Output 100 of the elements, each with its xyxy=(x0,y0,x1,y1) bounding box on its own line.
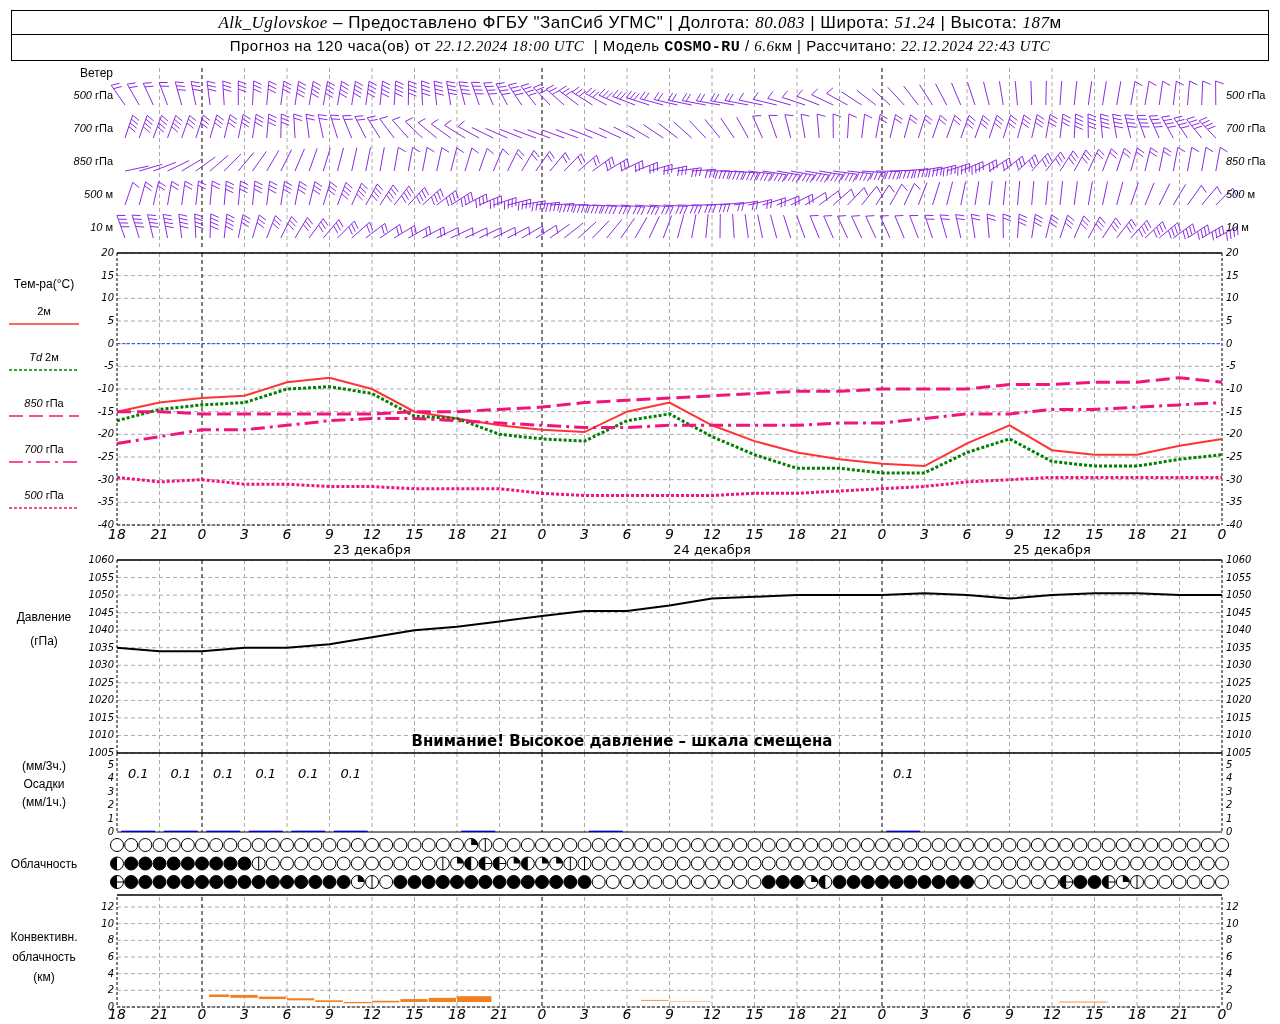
tick-label: 3 xyxy=(1226,785,1233,797)
tick-label: 4 xyxy=(107,772,114,784)
tick-label: 6 xyxy=(107,951,114,962)
legend-label: Td 2м xyxy=(29,350,59,365)
tick-label: -30 xyxy=(1226,473,1243,485)
forecast-info: Прогноз на 120 часа(ов) от 22.12.2024 18:00 UTC | Модель COSMO-RU / 6.6км | Рассчитано: 22.12.2024 22:43 UTC xyxy=(229,36,1051,59)
tick-label: 1020 xyxy=(1226,694,1252,706)
tick-label: 21 xyxy=(150,1006,169,1022)
tick-label: 0 xyxy=(537,1006,547,1022)
tick-label: 12 xyxy=(1043,526,1061,542)
tick-label: -35 xyxy=(1226,496,1243,508)
axis-label: облачность xyxy=(12,949,76,966)
tick-label: 6 xyxy=(1226,951,1233,962)
legend-label: 2м xyxy=(37,304,51,319)
tick-label: -25 xyxy=(1226,451,1243,462)
tick-label: 12 xyxy=(703,1006,721,1022)
level-label: 700 гПа xyxy=(1226,121,1266,137)
tick-label: 1035 xyxy=(1226,641,1252,653)
tick-label: 12 xyxy=(1226,901,1239,912)
tick-label: 6 xyxy=(622,1006,632,1022)
tick-label: -40 xyxy=(1226,519,1243,530)
value-label: 0.1 xyxy=(340,766,362,781)
tick-label: -10 xyxy=(97,383,114,394)
panel-title: Ветер xyxy=(80,67,113,79)
tick-label: 1025 xyxy=(1226,676,1252,688)
value-label: 0.1 xyxy=(170,766,192,781)
tick-label: 20 xyxy=(101,247,114,258)
tick-label: 10 xyxy=(101,917,114,929)
tick-label: 0 xyxy=(107,826,114,837)
tick-label: 8 xyxy=(107,934,114,946)
tick-label: 12 xyxy=(363,526,381,542)
value-label: 0.1 xyxy=(892,766,914,781)
station-title: Alk_Uglovskoe – Предоставлено ФГБУ "ЗапСиб УГМС" | Долгота: 80.083 | Широта: 51.24 | Высота: 187м xyxy=(218,11,1062,34)
tick-label: 2 xyxy=(1226,984,1233,996)
axis-label: (мм/3ч.) xyxy=(21,758,67,775)
value-label: 0.1 xyxy=(127,766,149,781)
tick-label: 21 xyxy=(490,1006,509,1022)
tick-label: 15 xyxy=(1226,269,1239,281)
level-label: 850 гПа xyxy=(1226,154,1266,170)
tick-label: -35 xyxy=(97,496,114,508)
tick-label: -20 xyxy=(1226,428,1243,440)
tick-label: 1060 xyxy=(88,554,114,565)
tick-label: 3 xyxy=(240,526,249,542)
tick-label: 9 xyxy=(325,526,334,542)
tick-label: 18 xyxy=(788,526,806,542)
tick-label: 9 xyxy=(665,526,674,542)
tick-label: 1010 xyxy=(88,729,114,741)
tick-label: 1015 xyxy=(88,711,114,723)
tick-label: 12 xyxy=(1043,1006,1061,1022)
tick-label: 1050 xyxy=(1226,589,1252,601)
tick-label: 21 xyxy=(490,526,509,542)
tick-label: 8 xyxy=(1226,934,1233,946)
tick-label: 3 xyxy=(240,1006,249,1022)
tick-label: 5 xyxy=(107,759,114,771)
value-label: 0.1 xyxy=(255,766,277,781)
tick-label: 15 xyxy=(405,1006,424,1022)
tick-label: -30 xyxy=(97,473,114,485)
tick-label: 0 xyxy=(1217,526,1227,542)
tick-label: 5 xyxy=(1226,759,1233,771)
tick-label: 3 xyxy=(920,1006,929,1022)
tick-label: 9 xyxy=(1005,526,1014,542)
tick-label: 0 xyxy=(1226,826,1233,837)
tick-label: 0 xyxy=(197,526,207,542)
tick-label: 1030 xyxy=(1226,659,1252,671)
panel-title: Тем-ра(°С) xyxy=(13,276,75,293)
warning-text: Внимание! Высокое давление – шкала смещена xyxy=(411,732,833,750)
tick-label: 10 xyxy=(1226,292,1239,304)
tick-label: 0 xyxy=(537,526,547,542)
tick-label: 0 xyxy=(1226,1001,1233,1012)
tick-label: 9 xyxy=(1005,1006,1014,1022)
tick-label: 4 xyxy=(107,967,114,979)
tick-label: -5 xyxy=(1226,360,1236,372)
tick-label: 3 xyxy=(107,785,114,797)
level-label: 700 гПа xyxy=(73,121,113,137)
tick-label: 9 xyxy=(665,1006,674,1022)
tick-label: 21 xyxy=(1170,1006,1189,1022)
tick-label: 15 xyxy=(745,1006,764,1022)
tick-label: 1015 xyxy=(1226,711,1252,723)
tick-label: 12 xyxy=(363,1006,381,1022)
tick-label: 3 xyxy=(580,526,589,542)
tick-label: -5 xyxy=(104,360,114,372)
tick-label: 1045 xyxy=(88,606,114,618)
tick-label: 0 xyxy=(877,1006,887,1022)
legend-label: 500 гПа xyxy=(24,488,64,503)
tick-label: 1035 xyxy=(88,641,114,653)
tick-label: -15 xyxy=(97,405,114,417)
legend-line xyxy=(9,459,79,464)
tick-label: 1050 xyxy=(88,589,114,601)
tick-label: 20 xyxy=(1226,247,1239,258)
legend-line xyxy=(9,367,79,372)
axis-label: Осадки xyxy=(23,776,65,793)
axis-label: (км) xyxy=(33,969,55,986)
tick-label: 21 xyxy=(1170,526,1189,542)
tick-label: 1025 xyxy=(88,676,114,688)
value-label: 0.1 xyxy=(212,766,234,781)
tick-label: 18 xyxy=(1128,1006,1146,1022)
tick-label: 1030 xyxy=(88,659,114,671)
tick-label: 1040 xyxy=(1226,624,1252,636)
date-label: 23 декабря xyxy=(333,542,411,557)
tick-label: 1 xyxy=(107,812,114,824)
